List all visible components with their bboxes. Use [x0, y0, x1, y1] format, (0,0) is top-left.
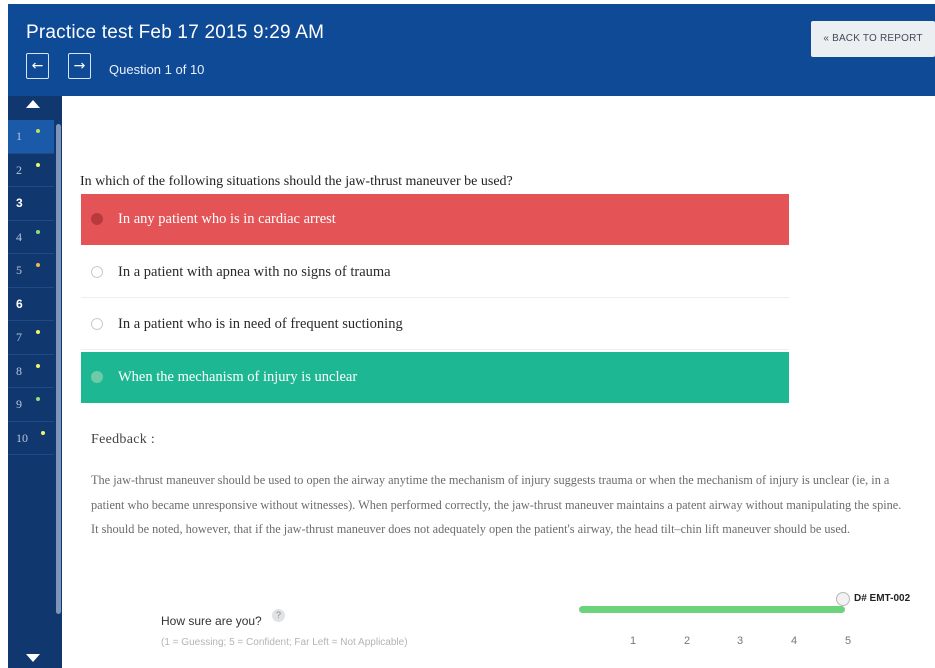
scale-2[interactable]: 2: [684, 635, 690, 647]
arrow-right-icon: →: [73, 58, 86, 74]
answer-label: In a patient with apnea with no signs of…: [118, 264, 391, 280]
answer-label: In any patient who is in cardiac arrest: [118, 211, 336, 227]
status-dot-icon: [41, 430, 45, 435]
answer-option-4[interactable]: When the mechanism of injury is unclear: [81, 352, 789, 403]
sidebar-item-7[interactable]: 7: [8, 321, 54, 355]
sidebar-item-number: 3: [16, 196, 23, 210]
answer-label: When the mechanism of injury is unclear: [118, 369, 358, 385]
sidebar-scrollbar[interactable]: [56, 124, 61, 614]
sidebar-item-8[interactable]: 8: [8, 355, 54, 388]
status-dot-icon: [36, 263, 40, 267]
status-dot-icon: [36, 330, 40, 334]
question-text: In which of the following situations sho…: [80, 174, 513, 189]
slider-handle[interactable]: [836, 592, 850, 606]
answer-option-2[interactable]: In a patient with apnea with no signs of…: [81, 247, 789, 298]
sidebar-item-3[interactable]: 3: [8, 187, 54, 221]
answer-option-1[interactable]: In any patient who is in cardiac arrest: [81, 194, 789, 245]
scale-1[interactable]: 1: [630, 635, 636, 647]
sidebar-item-6[interactable]: 6: [8, 288, 54, 321]
sidebar-item-number: 4: [16, 229, 22, 244]
radio-icon[interactable]: [91, 213, 103, 225]
radio-icon[interactable]: [91, 266, 103, 278]
previous-question-button[interactable]: ←: [26, 53, 49, 79]
feedback-text: The jaw-thrust maneuver should be used t…: [91, 473, 902, 536]
question-counter: Question 1 of 10: [109, 62, 205, 77]
status-dot-icon: [36, 129, 40, 133]
scale-3[interactable]: 3: [737, 635, 743, 647]
sidebar-item-number: 5: [16, 263, 22, 277]
answer-option-3[interactable]: In a patient who is in need of frequent …: [81, 299, 789, 350]
status-dot-icon: [36, 363, 40, 368]
confidence-prompt: How sure are you?: [161, 614, 262, 628]
help-icon[interactable]: ?: [272, 609, 285, 622]
question-id: D# EMT-002: [854, 593, 911, 604]
radio-icon[interactable]: [91, 318, 103, 330]
sidebar-item-number: 6: [16, 296, 23, 311]
confidence-hint: (1 = Guessing; 5 = Confident; Far Left =…: [161, 637, 408, 648]
back-to-report-button[interactable]: « BACK TO REPORT: [811, 21, 935, 57]
top-bar: Practice test Feb 17 2015 9:29 AM ← → Qu…: [8, 4, 935, 96]
sidebar-item-2[interactable]: 2: [8, 154, 54, 187]
scroll-down-icon[interactable]: [26, 654, 40, 662]
sidebar-item-number: 7: [16, 330, 22, 344]
sidebar-item-number: 10: [16, 430, 28, 445]
feedback-heading: Feedback :: [91, 432, 156, 447]
sidebar-item-10[interactable]: 10: [8, 422, 54, 455]
sidebar-item-number: 2: [16, 162, 22, 177]
sidebar-item-number: 1: [16, 129, 22, 143]
scroll-up-icon[interactable]: [26, 100, 40, 108]
confidence-slider[interactable]: [579, 606, 845, 613]
sidebar-item-4[interactable]: 4: [8, 221, 54, 254]
sidebar-item-5[interactable]: 5: [8, 254, 54, 288]
next-question-button[interactable]: →: [68, 53, 91, 79]
sidebar-item-number: 9: [16, 397, 22, 411]
scale-4[interactable]: 4: [791, 635, 797, 647]
scale-5[interactable]: 5: [845, 635, 851, 647]
status-dot-icon: [36, 162, 40, 167]
status-dot-icon: [36, 229, 40, 234]
page-title: Practice test Feb 17 2015 9:29 AM: [26, 22, 325, 43]
radio-icon[interactable]: [91, 371, 103, 383]
answer-label: In a patient who is in need of frequent …: [118, 316, 403, 332]
sidebar-item-1[interactable]: 1: [8, 120, 54, 154]
question-sidebar: 1 2 3 4 5 6 7 8 9 10: [8, 96, 62, 668]
arrow-left-icon: ←: [31, 58, 44, 74]
status-dot-icon: [36, 397, 40, 401]
sidebar-item-number: 8: [16, 363, 22, 378]
sidebar-item-9[interactable]: 9: [8, 388, 54, 422]
question-list: 1 2 3 4 5 6 7 8 9 10: [8, 120, 54, 455]
